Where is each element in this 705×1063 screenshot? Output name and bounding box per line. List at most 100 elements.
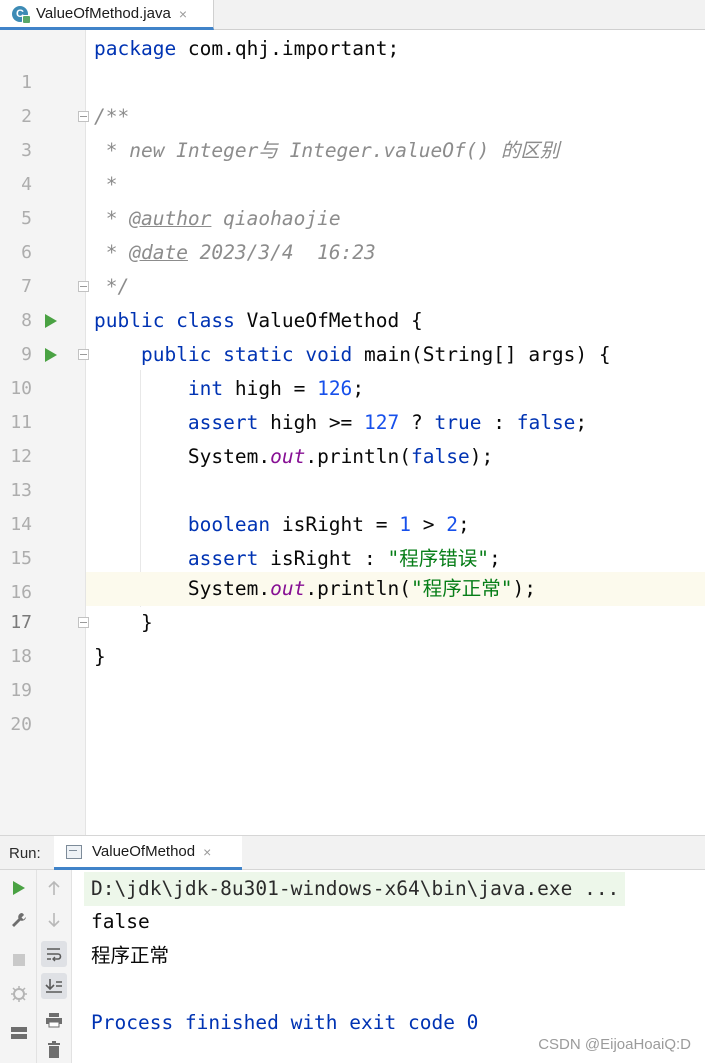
fold-icon[interactable] xyxy=(78,617,89,628)
code-token: * xyxy=(94,207,130,230)
code-token: ); xyxy=(512,577,536,600)
code-token: boolean xyxy=(187,513,271,536)
code-line: 3 /** xyxy=(0,100,705,161)
code-line: 16 assert isRight : "程序错误"; xyxy=(0,542,705,603)
code-token: isRight = xyxy=(270,513,400,536)
code-line: 18 } xyxy=(0,606,705,667)
code-token: "程序错误" xyxy=(387,547,489,570)
java-class-icon: C xyxy=(12,5,31,24)
code-token: assert xyxy=(187,547,259,570)
console-output-line: false xyxy=(91,910,150,933)
wrench-icon[interactable] xyxy=(6,907,32,933)
code-token: qiaohaojie xyxy=(211,207,341,230)
code-line: 10 public static void main(String[] args… xyxy=(0,338,705,399)
code-line: 14 xyxy=(0,474,705,535)
print-icon[interactable] xyxy=(41,1007,67,1033)
code-token: int xyxy=(187,377,224,400)
code-line: 7 * @date 2023/3/4 16:23 xyxy=(0,236,705,297)
run-gutter-icon[interactable] xyxy=(45,348,57,362)
code-line: 17 System.out.println("程序正常"); xyxy=(0,572,705,633)
code-token: (String[] args) { xyxy=(411,343,611,366)
code-token: ValueOfMethod { xyxy=(234,309,423,332)
code-token: @date xyxy=(129,241,188,264)
code-token: } xyxy=(94,645,106,668)
debug-icon[interactable] xyxy=(6,981,32,1007)
code-line: 15 boolean isRight = 1 > 2; xyxy=(0,508,705,569)
code-token: .println( xyxy=(305,577,412,600)
code-token: : xyxy=(481,411,517,434)
code-token: com.qhj.important; xyxy=(176,37,400,60)
code-token: * xyxy=(94,173,118,196)
code-line: 20 xyxy=(0,674,705,735)
run-panel-header: Run: ValueOfMethod × xyxy=(0,835,705,870)
run-icon[interactable] xyxy=(6,875,32,901)
code-token: out xyxy=(270,577,306,600)
console-output-line: 程序正常 xyxy=(91,944,170,967)
editor-tab-valueofmethod[interactable]: C ValueOfMethod.java × xyxy=(0,0,214,30)
code-token: ; xyxy=(489,547,501,570)
run-panel-label: Run: xyxy=(9,845,41,862)
code-token: 1 xyxy=(399,513,411,536)
console-output[interactable]: D:\jdk\jdk-8u301-windows-x64\bin\java.ex… xyxy=(72,870,705,1063)
editor-tab-bar: C ValueOfMethod.java × xyxy=(0,0,705,30)
code-token: .println( xyxy=(305,445,412,468)
stop-icon[interactable] xyxy=(6,947,32,973)
code-token: ; xyxy=(575,411,588,434)
code-token: public class xyxy=(94,309,235,332)
code-token: * xyxy=(94,241,130,264)
code-line: 19 } xyxy=(0,640,705,701)
code-token: "程序正常" xyxy=(411,577,513,600)
console-toolbar xyxy=(37,870,72,1063)
close-icon[interactable]: × xyxy=(203,844,211,860)
arrow-up-icon[interactable] xyxy=(41,875,67,901)
code-token: assert xyxy=(187,411,259,434)
console-icon xyxy=(66,844,82,859)
console-command-line: D:\jdk\jdk-8u301-windows-x64\bin\java.ex… xyxy=(84,872,626,906)
soft-wrap-icon[interactable] xyxy=(41,941,67,967)
code-token: isRight : xyxy=(258,547,388,570)
code-line: 11 int high = 126; xyxy=(0,372,705,433)
console-command: D:\jdk\jdk-8u301-windows-x64\bin\java.ex… xyxy=(91,877,620,900)
close-icon[interactable]: × xyxy=(179,6,187,22)
code-line: 9 public class ValueOfMethod { xyxy=(0,304,705,365)
code-token: high >= xyxy=(258,411,365,434)
code-token: ; xyxy=(352,377,365,400)
arrow-down-icon[interactable] xyxy=(41,907,67,933)
scroll-to-end-icon[interactable] xyxy=(41,973,67,999)
fold-icon[interactable] xyxy=(78,111,89,122)
fold-icon[interactable] xyxy=(78,281,89,292)
code-line: 5 * xyxy=(0,168,705,229)
code-token: false xyxy=(411,445,470,468)
line-number: 20 xyxy=(10,714,32,735)
code-token: ; xyxy=(457,513,470,536)
editor-tab-title: ValueOfMethod.java xyxy=(36,5,171,22)
run-tab-valueofmethod[interactable]: ValueOfMethod × xyxy=(54,836,242,870)
code-token: 2023/3/4 16:23 xyxy=(187,241,376,264)
layout-icon[interactable] xyxy=(6,1020,32,1046)
code-token: * new Integer与 Integer.valueOf() 的区别 xyxy=(94,139,560,162)
code-token: } xyxy=(140,611,153,634)
run-gutter-icon[interactable] xyxy=(45,314,57,328)
code-token: 127 xyxy=(364,411,400,434)
trash-icon[interactable] xyxy=(41,1037,67,1063)
code-token: */ xyxy=(94,275,130,298)
code-token: @author xyxy=(129,207,212,230)
code-token: public static void xyxy=(140,343,353,366)
code-token: ? xyxy=(399,411,435,434)
run-tab-title: ValueOfMethod xyxy=(92,843,196,860)
code-line: 4 * new Integer与 Integer.valueOf() 的区别 xyxy=(0,134,705,195)
watermark: CSDN @EijoaHoaiQ:D xyxy=(538,1036,691,1053)
code-token: System. xyxy=(187,445,271,468)
run-toolbar xyxy=(0,870,37,1063)
code-token: /** xyxy=(94,105,130,128)
code-token: System. xyxy=(187,577,271,600)
code-token: high = xyxy=(223,377,318,400)
code-token: ); xyxy=(469,445,494,468)
code-line: 12 assert high >= 127 ? true : false; xyxy=(0,406,705,467)
console-exit-message: Process finished with exit code 0 xyxy=(91,1011,479,1034)
code-token: 126 xyxy=(317,377,353,400)
code-line: 8 */ xyxy=(0,270,705,331)
code-token: true xyxy=(434,411,482,434)
code-line: 2 xyxy=(0,66,705,127)
fold-icon[interactable] xyxy=(78,349,89,360)
